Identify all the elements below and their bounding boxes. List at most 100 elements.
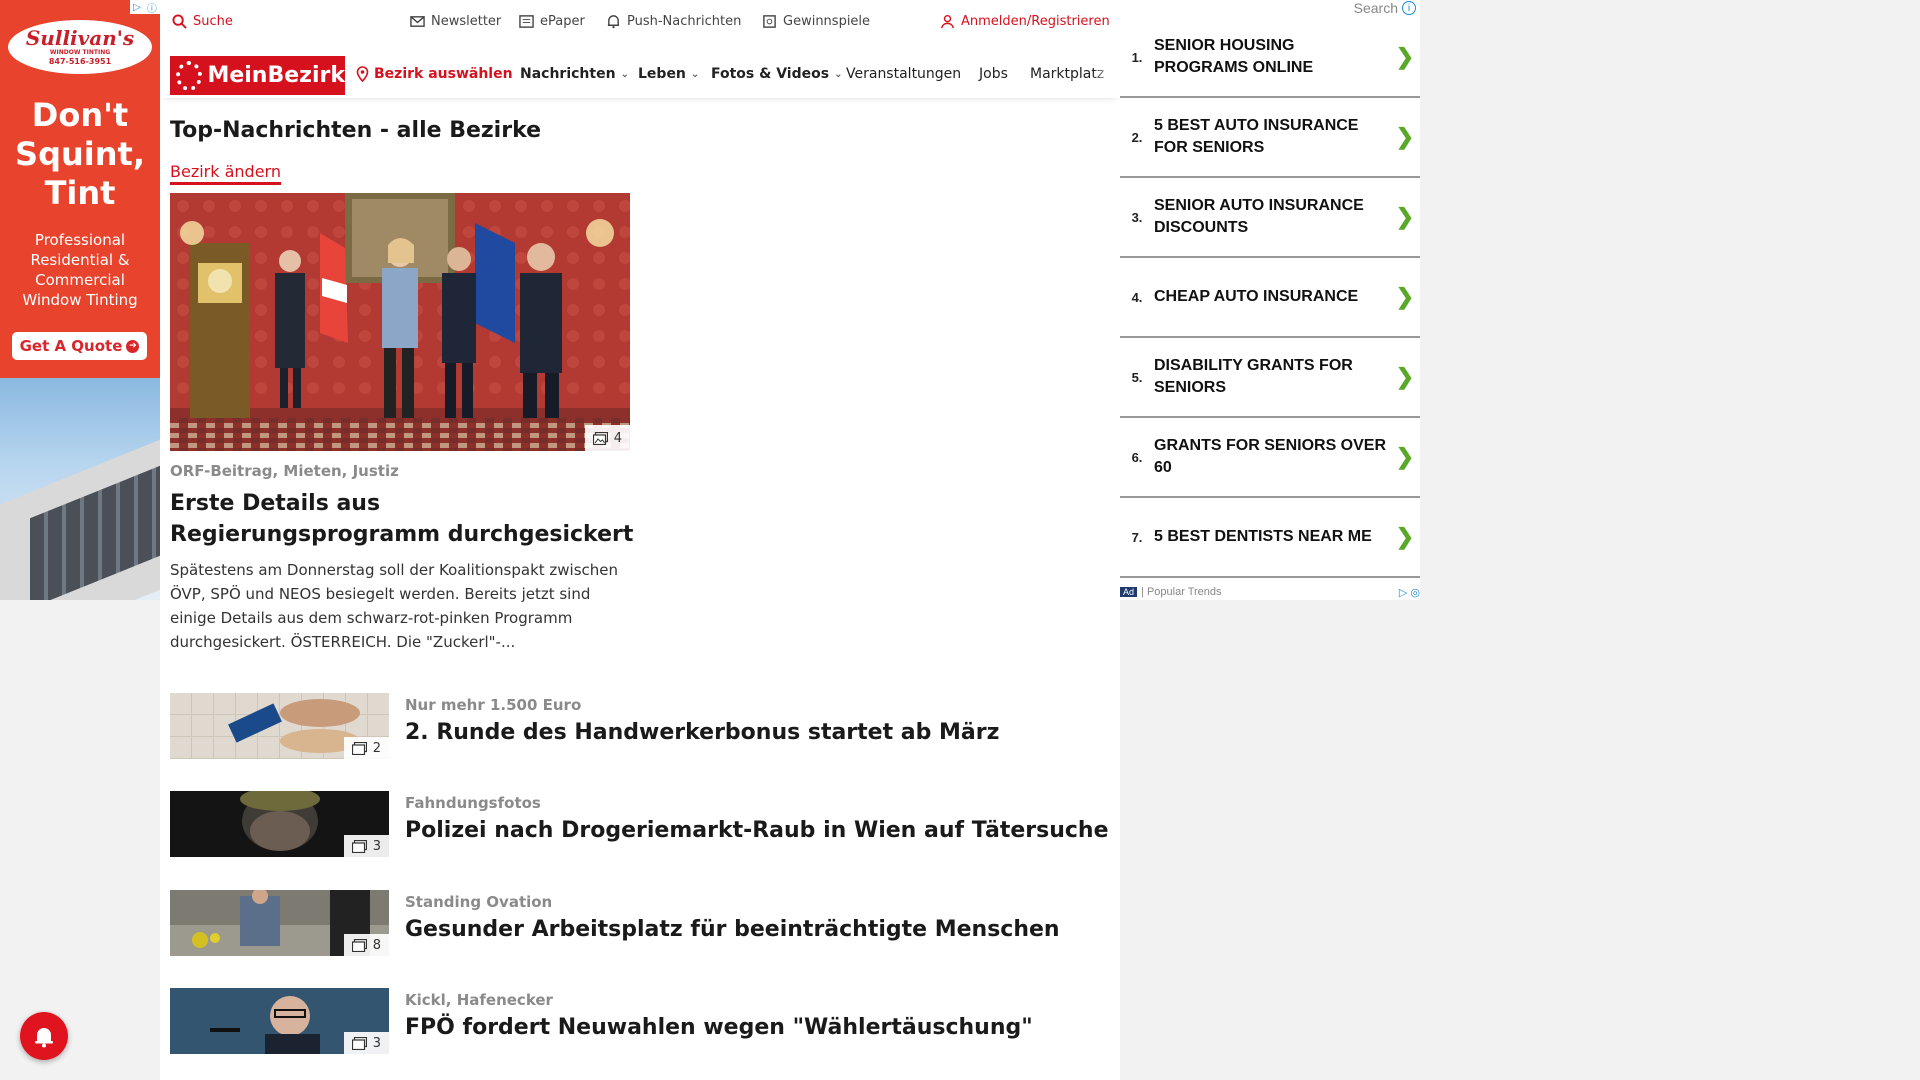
ad-link-text: GRANTS FOR SENIORS OVER 60: [1154, 437, 1387, 476]
chevron-right-icon: ❯: [1395, 204, 1415, 229]
ad-link-item[interactable]: 4. CHEAP AUTO INSURANCE ❯: [1120, 258, 1420, 338]
search-label: Suche: [193, 14, 233, 29]
article-thumbnail[interactable]: 3: [170, 791, 389, 857]
main-content: Suche Newsletter ePaper Push-Nachrichten…: [160, 0, 1120, 1080]
article-kicker: Nur mehr 1.500 Euro: [405, 696, 582, 714]
ad-choices-icon[interactable]: ▷ ⓘ: [130, 0, 160, 15]
hero-kicker: ORF-Beitrag, Mieten, Justiz: [170, 462, 399, 480]
ad-link-number: 4.: [1131, 289, 1143, 305]
push-notifications-link[interactable]: Push-Nachrichten: [606, 14, 741, 29]
image-count-badge: 8: [343, 934, 389, 956]
ad-choices-icon[interactable]: ▷ ◎: [1399, 586, 1420, 599]
page: ▷ ⓘ Sullivan's WINDOW TINTING 847-516-395…: [0, 0, 1920, 1080]
search-link[interactable]: Suche: [172, 14, 233, 29]
image-count: 4: [613, 430, 622, 446]
chevron-down-icon: ⌄: [690, 68, 700, 80]
ad-headline-line: Don't: [31, 96, 129, 134]
gallery-icon: [351, 1036, 367, 1050]
arrow-circle-icon: ➔: [126, 339, 140, 353]
hero-headline[interactable]: Erste Details aus Regierungsprogramm dur…: [170, 488, 640, 550]
ad-link-number: 6.: [1131, 449, 1143, 465]
article-headline[interactable]: 2. Runde des Handwerkerbonus startet ab …: [405, 720, 999, 745]
ad-link-text: 5 BEST AUTO INSURANCE FOR SENIORS: [1154, 117, 1359, 156]
ad-link-item[interactable]: 1. SENIOR HOUSING PROGRAMS ONLINE ❯: [1120, 18, 1420, 98]
ad-link-item[interactable]: 5. DISABILITY GRANTS FOR SENIORS ❯: [1120, 338, 1420, 418]
nav-item-leben[interactable]: Leben ⌄: [638, 66, 699, 82]
ad-search-label[interactable]: Search i: [1354, 0, 1416, 16]
image-count: 8: [372, 937, 381, 953]
ad-label: Ad: [1120, 587, 1138, 597]
advertiser-logo[interactable]: Sullivan's WINDOW TINTING 847-516-3951: [8, 20, 152, 74]
section-title: Top-Nachrichten - alle Bezirke: [170, 118, 542, 143]
article-headline[interactable]: Polizei nach Drogeriemarkt-Raub in Wien …: [405, 818, 1108, 843]
article-item[interactable]: 2 Nur mehr 1.500 Euro 2. Runde des Handw…: [170, 693, 1110, 759]
ad-link-number: 2.: [1131, 129, 1143, 145]
location-pin-icon: [356, 66, 369, 82]
hero-teaser[interactable]: Spätestens am Donnerstag soll der Koalit…: [170, 558, 630, 654]
ad-link-item[interactable]: 3. SENIOR AUTO INSURANCE DISCOUNTS ❯: [1120, 178, 1420, 258]
ad-building-photo[interactable]: [0, 378, 160, 600]
left-ad-banner[interactable]: ▷ ⓘ Sullivan's WINDOW TINTING 847-516-395…: [0, 0, 160, 600]
nav-label: Jobs: [979, 66, 1008, 82]
article-thumbnail[interactable]: 2: [170, 693, 389, 759]
article-thumbnail[interactable]: 8: [170, 890, 389, 956]
ad-body-line: Residential &: [30, 251, 130, 269]
article-kicker: Fahndungsfotos: [405, 794, 541, 812]
ad-link-number: 7.: [1131, 529, 1143, 545]
ad-link-item[interactable]: 6. GRANTS FOR SENIORS OVER 60 ❯: [1120, 418, 1420, 498]
chevron-right-icon: ❯: [1395, 444, 1415, 469]
nav-label: Veranstaltungen: [846, 66, 962, 82]
mail-icon: [410, 16, 425, 27]
nav-item-jobs[interactable]: Jobs: [979, 66, 1008, 82]
article-headline[interactable]: FPÖ fordert Neuwahlen wegen "Wählertäusc…: [405, 1015, 1033, 1040]
utility-bar: Suche Newsletter ePaper Push-Nachrichten…: [160, 0, 1120, 46]
bezirk-select-button[interactable]: Bezirk auswählen: [356, 66, 513, 82]
search-icon: [172, 14, 187, 29]
site-logo[interactable]: MeinBezirk: [170, 56, 345, 95]
nav-item-nachrichten[interactable]: Nachrichten ⌄: [520, 66, 629, 82]
chevron-right-icon: ❯: [1395, 364, 1415, 389]
hero-image[interactable]: 4: [170, 193, 630, 451]
chevron-down-icon: ⌄: [834, 68, 843, 80]
article-kicker: Kickl, Hafenecker: [405, 991, 553, 1009]
ad-link-item[interactable]: 2. 5 BEST AUTO INSURANCE FOR SENIORS ❯: [1120, 98, 1420, 178]
article-item[interactable]: 8 Standing Ovation Gesunder Arbeitsplatz…: [170, 890, 1110, 956]
ad-creative-top[interactable]: ▷ ⓘ Sullivan's WINDOW TINTING 847-516-395…: [0, 0, 160, 378]
chevron-right-icon: ❯: [1395, 124, 1415, 149]
ad-link-text: SENIOR HOUSING PROGRAMS ONLINE: [1154, 37, 1314, 76]
article-headline[interactable]: Gesunder Arbeitsplatz für beeinträchtigt…: [405, 917, 1060, 942]
ad-link-text: DISABILITY GRANTS FOR SENIORS: [1154, 357, 1353, 396]
right-ad-panel[interactable]: Search i 1. SENIOR HOUSING PROGRAMS ONLI…: [1120, 0, 1420, 600]
nav-label: Leben: [638, 66, 686, 82]
nav-label: Marktplatz: [1030, 66, 1105, 82]
get-quote-button[interactable]: Get A Quote ➔: [12, 332, 147, 360]
login-link[interactable]: Anmelden/Registrieren: [940, 14, 1110, 29]
gewinnspiele-link[interactable]: Gewinnspiele: [762, 14, 870, 29]
image-count: 3: [372, 1035, 381, 1051]
nav-item-fotos-videos[interactable]: Fotos & Videos ⌄: [711, 66, 842, 82]
change-bezirk-link[interactable]: Bezirk ändern: [170, 162, 281, 185]
image-count-badge: 3: [343, 835, 389, 857]
newsletter-link[interactable]: Newsletter: [410, 14, 501, 29]
ad-footer: Ad | Popular Trends ▷ ◎: [1120, 584, 1420, 600]
nav-item-veranstaltungen[interactable]: Veranstaltungen: [846, 66, 961, 82]
article-item[interactable]: 3 Fahndungsfotos Polizei nach Drogeriema…: [170, 791, 1110, 857]
hero-photo: [170, 193, 630, 451]
ad-link-item[interactable]: 7. 5 BEST DENTISTS NEAR ME ❯: [1120, 498, 1420, 578]
bell-icon: [607, 15, 620, 29]
ad-link-text: SENIOR AUTO INSURANCE DISCOUNTS: [1154, 197, 1364, 236]
main-nav: MeinBezirk Bezirk auswählen Nachrichten ⌄…: [160, 54, 1120, 98]
bezirk-select-label: Bezirk auswählen: [374, 66, 513, 82]
epaper-link[interactable]: ePaper: [519, 14, 585, 29]
notification-bell-button[interactable]: [20, 1012, 68, 1060]
gallery-icon: [592, 431, 608, 445]
nav-item-marktplatz[interactable]: Marktplatz: [1030, 66, 1114, 82]
info-icon[interactable]: i: [1402, 1, 1416, 15]
logo-icon: [176, 60, 203, 91]
ad-footer-text: Popular Trends: [1146, 586, 1222, 598]
article-item[interactable]: 3 Kickl, Hafenecker FPÖ fordert Neuwahle…: [170, 988, 1110, 1054]
login-label: Anmelden/Registrieren: [961, 14, 1110, 29]
article-thumbnail[interactable]: 3: [170, 988, 389, 1054]
ad-link-number: 1.: [1131, 49, 1143, 65]
ad-body-line: Commercial: [35, 271, 125, 289]
